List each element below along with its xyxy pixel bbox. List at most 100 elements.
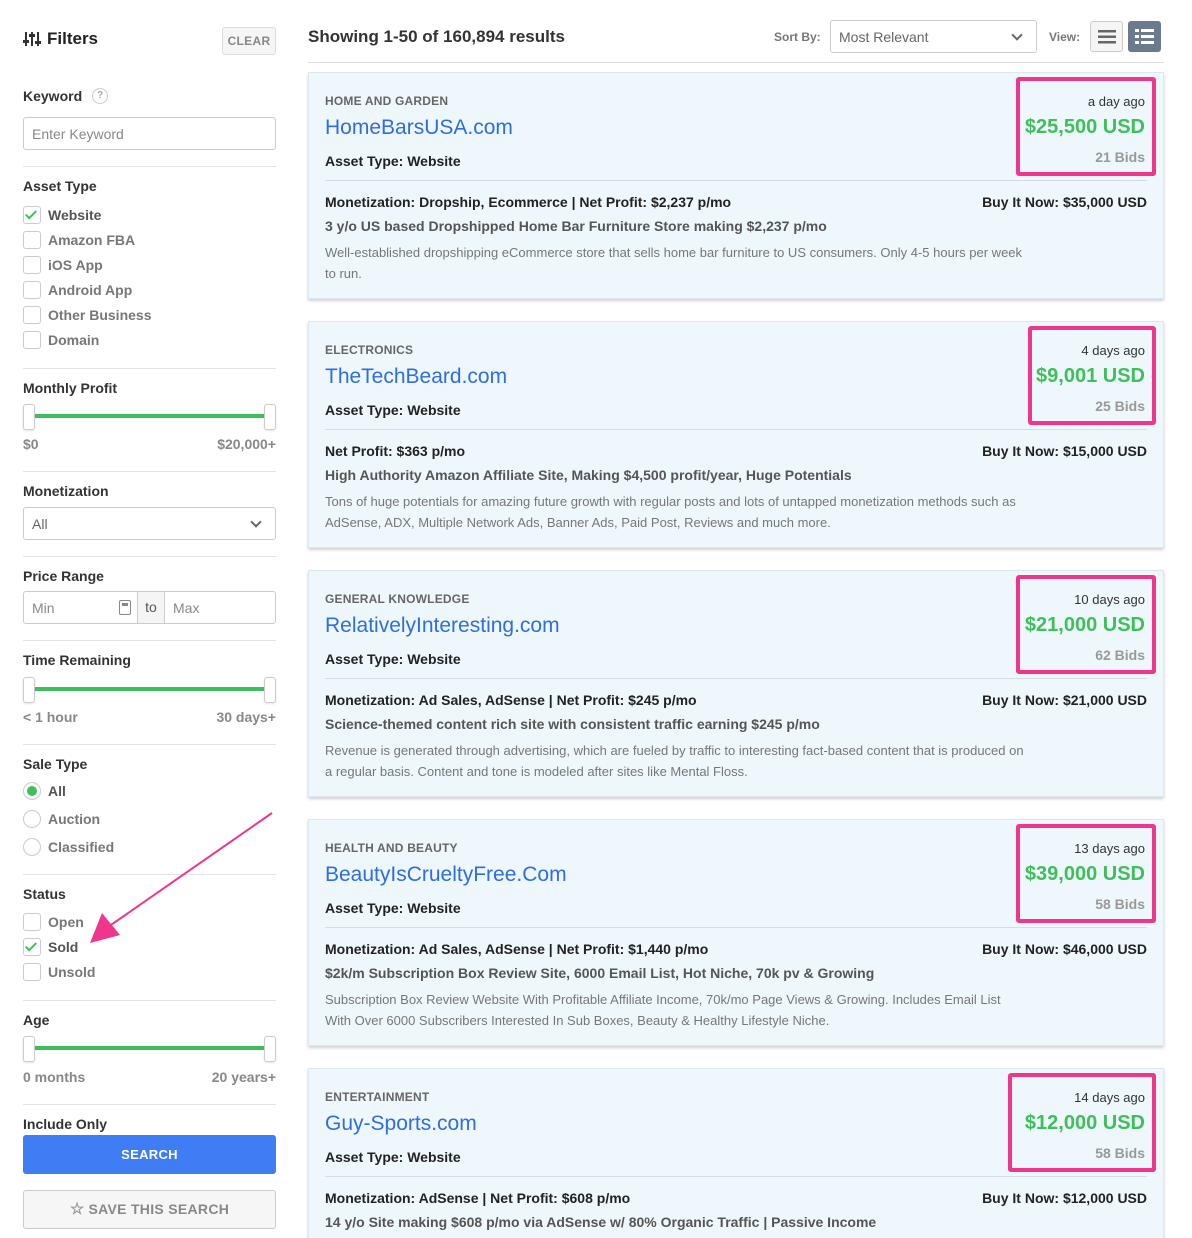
sale-type-option-label: All — [48, 783, 66, 799]
slider-max-handle[interactable] — [264, 404, 276, 430]
listing-category: ENTERTAINMENT — [325, 1090, 430, 1104]
time-remaining-slider[interactable] — [23, 677, 276, 703]
listing-card[interactable]: HEALTH AND BEAUTY BeautyIsCrueltyFree.Com… — [308, 819, 1164, 1046]
age-max: 20 years+ — [211, 1069, 276, 1085]
divider — [23, 166, 276, 167]
checkbox[interactable] — [23, 913, 41, 931]
listing-card[interactable]: GENERAL KNOWLEDGE RelativelyInteresting.c… — [308, 570, 1164, 797]
slider-max-handle[interactable] — [264, 677, 276, 703]
search-button[interactable]: SEARCH — [23, 1135, 276, 1174]
listing-headline: 3 y/o US based Dropshipped Home Bar Furn… — [325, 218, 827, 234]
status-option[interactable]: Unsold — [23, 963, 276, 983]
card-divider — [325, 429, 1147, 430]
divider — [23, 1000, 276, 1001]
list-icon — [1098, 30, 1116, 44]
checkbox[interactable] — [23, 963, 41, 981]
clear-button[interactable]: CLEAR — [222, 27, 276, 55]
listing-title-link[interactable]: Guy-Sports.com — [325, 1112, 477, 1136]
listing-asset-type: Asset Type: Website — [325, 651, 461, 667]
sort-select[interactable]: Most Relevant — [830, 20, 1037, 53]
asset-type-option[interactable]: Website — [23, 206, 276, 226]
monetization-select[interactable]: All — [23, 507, 276, 540]
asset-type-option[interactable]: Other Business — [23, 306, 276, 326]
price-highlight-box: 14 days ago $12,000 USD 58 Bids — [1008, 1073, 1156, 1172]
monthly-profit-max: $20,000+ — [217, 436, 276, 452]
divider — [23, 640, 276, 641]
price-range-label: Price Range — [23, 568, 104, 584]
listing-card[interactable]: ENTERTAINMENT Guy-Sports.com Asset Type: W… — [308, 1068, 1164, 1238]
price-highlight-box: a day ago $25,500 USD 21 Bids — [1016, 77, 1156, 176]
listing-title-link[interactable]: RelativelyInteresting.com — [325, 614, 560, 638]
sale-type-label: Sale Type — [23, 756, 88, 772]
asset-type-option-label: Other Business — [48, 307, 152, 323]
sale-type-option[interactable]: All — [23, 782, 276, 802]
save-search-button[interactable]: ☆ SAVE THIS SEARCH — [23, 1190, 276, 1229]
checkbox[interactable] — [23, 281, 41, 299]
sliders-icon — [23, 32, 41, 46]
checkbox[interactable] — [23, 938, 41, 956]
listing-asset-type: Asset Type: Website — [325, 153, 461, 169]
listing-buy-now: Buy It Now: $15,000 USD — [982, 443, 1147, 459]
radio-button[interactable] — [23, 782, 41, 800]
header-divider — [308, 62, 1164, 63]
listing-bids: 62 Bids — [1095, 647, 1145, 663]
listing-description: Subscription Box Review Website With Pro… — [325, 992, 1001, 1028]
price-max-input[interactable]: Max — [173, 600, 199, 616]
asset-type-option[interactable]: Amazon FBA — [23, 231, 276, 251]
detail-list-icon — [1135, 29, 1154, 44]
slider-track — [27, 414, 272, 418]
sort-label: Sort By: — [774, 30, 821, 44]
slider-min-handle[interactable] — [23, 1036, 35, 1062]
listing-buy-now: Buy It Now: $12,000 USD — [982, 1190, 1147, 1206]
listing-asset-type: Asset Type: Website — [325, 402, 461, 418]
asset-type-option[interactable]: iOS App — [23, 256, 276, 276]
listing-title-link[interactable]: BeautyIsCrueltyFree.Com — [325, 863, 567, 887]
asset-type-option[interactable]: Android App — [23, 281, 276, 301]
checkbox[interactable] — [23, 231, 41, 249]
time-remaining-min: < 1 hour — [23, 709, 78, 725]
checkbox[interactable] — [23, 306, 41, 324]
price-highlight-box: 10 days ago $21,000 USD 62 Bids — [1016, 575, 1156, 674]
checkbox[interactable] — [23, 206, 41, 224]
listing-card[interactable]: ELECTRONICS TheTechBeard.com Asset Type: W… — [308, 321, 1164, 548]
checkbox[interactable] — [23, 331, 41, 349]
listing-title-link[interactable]: TheTechBeard.com — [325, 365, 507, 389]
listing-headline: 14 y/o Site making $608 p/mo via AdSense… — [325, 1214, 877, 1230]
listing-bids: 58 Bids — [1095, 1145, 1145, 1161]
age-slider[interactable] — [23, 1036, 276, 1062]
radio-button[interactable] — [23, 810, 41, 828]
help-icon[interactable]: ? — [92, 88, 109, 105]
check-icon — [24, 939, 38, 952]
card-divider — [325, 927, 1147, 928]
pointer-arrow-icon — [90, 812, 273, 943]
monthly-profit-slider[interactable] — [23, 404, 276, 430]
listing-category: GENERAL KNOWLEDGE — [325, 592, 470, 606]
keyword-input[interactable] — [23, 117, 276, 150]
keyword-label: Keyword? — [23, 88, 109, 105]
price-min-input[interactable]: Min — [32, 600, 55, 616]
slider-min-handle[interactable] — [23, 404, 35, 430]
listing-title-link[interactable]: HomeBarsUSA.com — [325, 116, 513, 140]
detail-view-button[interactable] — [1128, 21, 1161, 52]
divider — [23, 744, 276, 745]
listing-time-ago: a day ago — [1087, 94, 1145, 109]
slider-max-handle[interactable] — [264, 1036, 276, 1062]
divider — [23, 1104, 276, 1105]
checkbox[interactable] — [23, 256, 41, 274]
listing-description: Tons of huge potentials for amazing futu… — [325, 494, 1016, 530]
asset-type-option-label: Amazon FBA — [48, 232, 136, 248]
asset-type-option-label: Android App — [48, 282, 133, 298]
monetization-value: All — [32, 516, 48, 532]
list-view-button[interactable] — [1090, 21, 1123, 52]
time-remaining-max: 30 days+ — [216, 709, 276, 725]
radio-button[interactable] — [23, 838, 41, 856]
listing-headline: $2k/m Subscription Box Review Site, 6000… — [325, 965, 875, 981]
chevron-down-icon — [1011, 29, 1023, 41]
asset-type-label: Asset Type — [23, 178, 97, 194]
calculator-icon — [119, 600, 131, 615]
listing-card[interactable]: HOME AND GARDEN HomeBarsUSA.com Asset Type… — [308, 72, 1164, 299]
slider-min-handle[interactable] — [23, 677, 35, 703]
monetization-label: Monetization — [23, 483, 109, 499]
listing-time-ago: 14 days ago — [1074, 1090, 1145, 1105]
asset-type-option[interactable]: Domain — [23, 331, 276, 351]
